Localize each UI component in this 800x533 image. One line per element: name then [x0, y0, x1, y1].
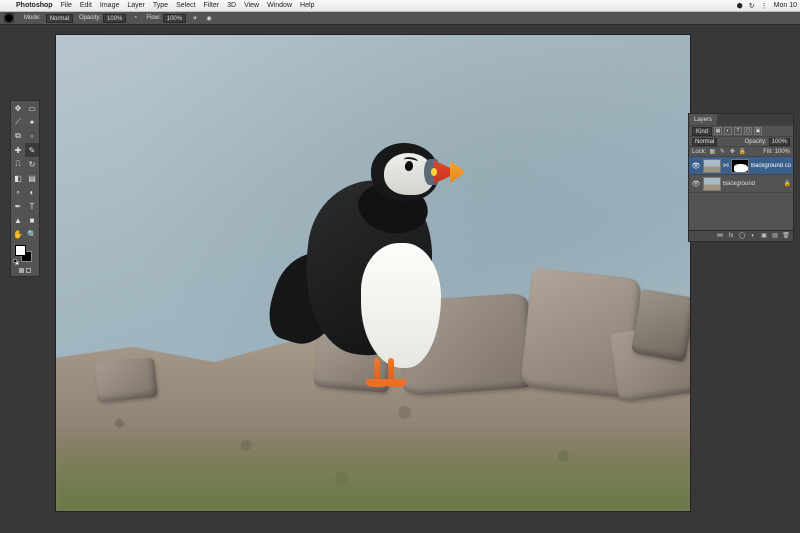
link-layers-icon[interactable]: ⋈: [716, 232, 724, 240]
layer-blend-mode[interactable]: Normal: [692, 138, 717, 146]
brush-tip-icon: [5, 14, 13, 22]
layer-style-icon[interactable]: fx: [727, 232, 735, 240]
gradient-tool[interactable]: ▤: [25, 171, 39, 185]
layers-tab[interactable]: Layers: [689, 114, 717, 125]
canvas-rock: [94, 357, 158, 403]
menu-window[interactable]: Window: [263, 2, 296, 9]
history-brush-tool[interactable]: ↻: [25, 157, 39, 171]
layer-opacity-field[interactable]: 100%: [769, 138, 790, 146]
hand-tool[interactable]: ✋: [11, 227, 25, 241]
zoom-tool[interactable]: 🔍: [25, 227, 39, 241]
mode-label: Mode:: [24, 15, 41, 21]
menu-view[interactable]: View: [240, 2, 263, 9]
layer-mask-thumbnail[interactable]: [731, 159, 749, 173]
flow-label: Flow:: [146, 15, 160, 21]
menu-edit[interactable]: Edit: [76, 2, 96, 9]
lock-label: Lock:: [692, 149, 706, 155]
menu-select[interactable]: Select: [172, 2, 199, 9]
layer-row[interactable]: 👁 Background 🔒: [689, 174, 793, 192]
foreground-background-swatches[interactable]: [11, 243, 39, 265]
flow-field[interactable]: 100%: [163, 14, 186, 23]
brush-preset-picker[interactable]: [4, 13, 14, 23]
fill-field[interactable]: 100%: [775, 149, 790, 155]
delete-layer-icon[interactable]: 🗑: [782, 232, 790, 240]
eraser-tool[interactable]: ◧: [11, 171, 25, 185]
filter-type-icon[interactable]: T: [734, 127, 742, 135]
layers-panel: Layers Kind ▦ ◐ T ▢ ▣ Normal Opacity: 10…: [688, 113, 794, 242]
layer-row[interactable]: 👁 ⋈ Background copy: [689, 156, 793, 174]
fill-label: Fill:: [763, 149, 772, 155]
new-layer-icon[interactable]: ▤: [771, 232, 779, 240]
opacity-pressure-icon[interactable]: ◔: [130, 13, 140, 23]
menu-layer[interactable]: Layer: [123, 2, 149, 9]
default-colors-icon[interactable]: [13, 259, 20, 266]
layer-opacity-label: Opacity:: [745, 139, 767, 145]
layer-name[interactable]: Background: [723, 181, 782, 187]
menu-filter[interactable]: Filter: [200, 2, 224, 9]
pen-tool[interactable]: ✒: [11, 199, 25, 213]
mask-link-icon[interactable]: ⋈: [723, 162, 729, 169]
path-select-tool[interactable]: ▲: [11, 213, 25, 227]
document-canvas[interactable]: [56, 35, 690, 511]
add-mask-icon[interactable]: ◯: [738, 232, 746, 240]
opacity-field[interactable]: 100%: [103, 14, 126, 23]
quick-select-tool[interactable]: ✦: [25, 115, 39, 129]
status-cloud-icon[interactable]: ⬢: [734, 2, 746, 10]
move-tool[interactable]: ✥: [11, 101, 25, 115]
menu-image[interactable]: Image: [96, 2, 123, 9]
foreground-color-swatch[interactable]: [15, 245, 26, 256]
lock-position-icon[interactable]: ✥: [728, 148, 736, 156]
menu-help[interactable]: Help: [296, 2, 318, 9]
brush-tool[interactable]: ✎: [25, 143, 39, 157]
menu-3d[interactable]: 3D: [223, 2, 240, 9]
opacity-label: Opacity:: [79, 15, 101, 21]
layer-thumbnail[interactable]: [703, 177, 721, 191]
blend-mode-dropdown[interactable]: Normal: [46, 14, 73, 23]
filter-adjust-icon[interactable]: ◐: [724, 127, 732, 135]
rectangle-tool[interactable]: ■: [25, 213, 39, 227]
tablet-pressure-icon[interactable]: ◉: [204, 13, 214, 23]
menubar-clock[interactable]: Mon 10: [771, 2, 800, 9]
filter-smart-icon[interactable]: ▣: [754, 127, 762, 135]
lock-pixels-icon[interactable]: ✎: [718, 148, 726, 156]
canvas-subject-puffin: [266, 125, 456, 395]
visibility-toggle-icon[interactable]: 👁: [691, 180, 701, 188]
screen-mode-switcher[interactable]: [11, 265, 39, 276]
clone-stamp-tool[interactable]: ⎍: [11, 157, 25, 171]
lock-icon: 🔒: [784, 180, 791, 187]
layer-filter-kind[interactable]: Kind: [692, 127, 712, 136]
menu-type[interactable]: Type: [149, 2, 172, 9]
status-sync-icon[interactable]: ↻: [746, 2, 758, 10]
new-group-icon[interactable]: ▣: [760, 232, 768, 240]
airbrush-icon[interactable]: ✈: [190, 13, 200, 23]
menu-file[interactable]: File: [57, 2, 76, 9]
layer-thumbnail[interactable]: [703, 159, 721, 173]
type-tool[interactable]: T: [25, 199, 39, 213]
filter-shape-icon[interactable]: ▢: [744, 127, 752, 135]
crop-tool[interactable]: ⧉: [11, 129, 25, 143]
lock-all-icon[interactable]: 🔒: [738, 148, 746, 156]
options-bar: Mode: Normal Opacity: 100% ◔ Flow: 100% …: [0, 12, 800, 25]
lock-transparency-icon[interactable]: ▦: [708, 148, 716, 156]
healing-brush-tool[interactable]: ✚: [11, 143, 25, 157]
lasso-tool[interactable]: ⟋: [11, 115, 25, 129]
blur-tool[interactable]: ∘: [11, 185, 25, 199]
eyedropper-tool[interactable]: ⁃: [25, 129, 39, 143]
workspace: [0, 25, 800, 533]
canvas-rock: [631, 289, 690, 363]
app-name[interactable]: Photoshop: [12, 2, 57, 9]
tools-panel: ✥▭⟋✦⧉⁃✚✎⎍↻◧▤∘◐✒T▲■✋🔍: [10, 100, 40, 277]
new-fill-adjust-icon[interactable]: ◐: [749, 232, 757, 240]
marquee-tool[interactable]: ▭: [25, 101, 39, 115]
macos-menubar: Photoshop File Edit Image Layer Type Sel…: [0, 0, 800, 12]
dodge-tool[interactable]: ◐: [25, 185, 39, 199]
status-wifi-icon[interactable]: ⋮: [758, 2, 771, 10]
canvas-foreground-blur: [56, 425, 690, 511]
filter-pixel-icon[interactable]: ▦: [714, 127, 722, 135]
visibility-toggle-icon[interactable]: 👁: [691, 162, 701, 170]
layer-name[interactable]: Background copy: [751, 163, 791, 169]
